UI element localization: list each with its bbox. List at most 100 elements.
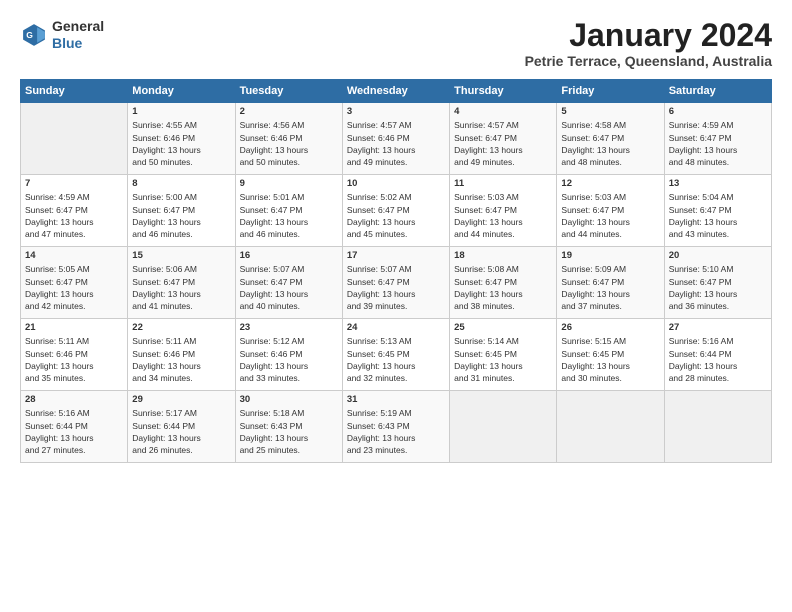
day-info: Sunrise: 4:58 AM Sunset: 6:47 PM Dayligh… — [561, 119, 659, 168]
calendar-cell: 19 Sunrise: 5:09 AM Sunset: 6:47 PM Dayli… — [557, 247, 664, 319]
calendar-cell: 22 Sunrise: 5:11 AM Sunset: 6:46 PM Dayli… — [128, 319, 235, 391]
col-header-monday: Monday — [128, 80, 235, 103]
day-number: 14 — [25, 250, 123, 261]
calendar-cell: 12Sunrise: 5:03 AM Sunset: 6:47 PM Dayli… — [557, 175, 664, 247]
calendar-cell: 4 Sunrise: 4:57 AM Sunset: 6:47 PM Daylig… — [450, 103, 557, 175]
week-row-4: 21 Sunrise: 5:11 AM Sunset: 6:46 PM Dayli… — [21, 319, 772, 391]
col-header-friday: Friday — [557, 80, 664, 103]
day-number: 16 — [240, 250, 338, 261]
calendar-cell: 28 Sunrise: 5:16 AM Sunset: 6:44 PM Dayli… — [21, 391, 128, 463]
day-info: Sunrise: 5:18 AM Sunset: 6:43 PM Dayligh… — [240, 407, 338, 456]
day-number: 27 — [669, 322, 767, 333]
day-number: 30 — [240, 394, 338, 405]
calendar-cell — [21, 103, 128, 175]
day-number: 5 — [561, 106, 659, 117]
calendar-table: SundayMondayTuesdayWednesdayThursdayFrid… — [20, 79, 772, 463]
day-info: Sunrise: 4:55 AM Sunset: 6:46 PM Dayligh… — [132, 119, 230, 168]
calendar-cell: 24 Sunrise: 5:13 AM Sunset: 6:45 PM Dayli… — [342, 319, 449, 391]
day-number: 26 — [561, 322, 659, 333]
day-number: 28 — [25, 394, 123, 405]
calendar-cell: 23 Sunrise: 5:12 AM Sunset: 6:46 PM Dayli… — [235, 319, 342, 391]
day-number: 19 — [561, 250, 659, 261]
day-info: Sunrise: 5:17 AM Sunset: 6:44 PM Dayligh… — [132, 407, 230, 456]
day-info: Sunrise: 4:57 AM Sunset: 6:47 PM Dayligh… — [454, 119, 552, 168]
calendar-cell: 7 Sunrise: 4:59 AM Sunset: 6:47 PM Daylig… — [21, 175, 128, 247]
day-info: Sunrise: 5:09 AM Sunset: 6:47 PM Dayligh… — [561, 263, 659, 312]
day-number: 12 — [561, 178, 659, 189]
day-info: Sunrise: 5:05 AM Sunset: 6:47 PM Dayligh… — [25, 263, 123, 312]
day-info: Sunrise: 5:14 AM Sunset: 6:45 PM Dayligh… — [454, 335, 552, 384]
calendar-cell: 5 Sunrise: 4:58 AM Sunset: 6:47 PM Daylig… — [557, 103, 664, 175]
day-info: Sunrise: 5:10 AM Sunset: 6:47 PM Dayligh… — [669, 263, 767, 312]
col-header-sunday: Sunday — [21, 80, 128, 103]
day-info: Sunrise: 5:07 AM Sunset: 6:47 PM Dayligh… — [347, 263, 445, 312]
page-header: G General Blue January 2024 Petrie Terra… — [20, 18, 772, 69]
day-info: Sunrise: 5:01 AM Sunset: 6:47 PM Dayligh… — [240, 191, 338, 240]
day-info: Sunrise: 5:19 AM Sunset: 6:43 PM Dayligh… — [347, 407, 445, 456]
col-header-wednesday: Wednesday — [342, 80, 449, 103]
day-info: Sunrise: 5:12 AM Sunset: 6:46 PM Dayligh… — [240, 335, 338, 384]
day-info: Sunrise: 5:15 AM Sunset: 6:45 PM Dayligh… — [561, 335, 659, 384]
month-title: January 2024 — [525, 18, 772, 53]
day-info: Sunrise: 5:07 AM Sunset: 6:47 PM Dayligh… — [240, 263, 338, 312]
day-info: Sunrise: 5:13 AM Sunset: 6:45 PM Dayligh… — [347, 335, 445, 384]
day-number: 2 — [240, 106, 338, 117]
day-info: Sunrise: 5:00 AM Sunset: 6:47 PM Dayligh… — [132, 191, 230, 240]
calendar-cell: 20Sunrise: 5:10 AM Sunset: 6:47 PM Dayli… — [664, 247, 771, 319]
header-row: SundayMondayTuesdayWednesdayThursdayFrid… — [21, 80, 772, 103]
day-info: Sunrise: 5:06 AM Sunset: 6:47 PM Dayligh… — [132, 263, 230, 312]
svg-text:G: G — [26, 30, 33, 40]
day-number: 11 — [454, 178, 552, 189]
week-row-5: 28 Sunrise: 5:16 AM Sunset: 6:44 PM Dayli… — [21, 391, 772, 463]
day-info: Sunrise: 5:03 AM Sunset: 6:47 PM Dayligh… — [454, 191, 552, 240]
calendar-cell: 27Sunrise: 5:16 AM Sunset: 6:44 PM Dayli… — [664, 319, 771, 391]
day-number: 6 — [669, 106, 767, 117]
logo-icon: G — [20, 21, 48, 49]
day-number: 24 — [347, 322, 445, 333]
calendar-cell — [664, 391, 771, 463]
calendar-cell: 13Sunrise: 5:04 AM Sunset: 6:47 PM Dayli… — [664, 175, 771, 247]
calendar-cell — [557, 391, 664, 463]
calendar-cell — [450, 391, 557, 463]
calendar-cell: 3 Sunrise: 4:57 AM Sunset: 6:46 PM Daylig… — [342, 103, 449, 175]
calendar-cell: 25Sunrise: 5:14 AM Sunset: 6:45 PM Dayli… — [450, 319, 557, 391]
day-info: Sunrise: 4:59 AM Sunset: 6:47 PM Dayligh… — [669, 119, 767, 168]
day-number: 18 — [454, 250, 552, 261]
calendar-cell: 26 Sunrise: 5:15 AM Sunset: 6:45 PM Dayli… — [557, 319, 664, 391]
day-info: Sunrise: 4:57 AM Sunset: 6:46 PM Dayligh… — [347, 119, 445, 168]
day-info: Sunrise: 5:11 AM Sunset: 6:46 PM Dayligh… — [132, 335, 230, 384]
calendar-cell: 1 Sunrise: 4:55 AM Sunset: 6:46 PM Daylig… — [128, 103, 235, 175]
calendar-cell: 10Sunrise: 5:02 AM Sunset: 6:47 PM Dayli… — [342, 175, 449, 247]
calendar-cell: 18Sunrise: 5:08 AM Sunset: 6:47 PM Dayli… — [450, 247, 557, 319]
day-number: 22 — [132, 322, 230, 333]
calendar-cell: 31Sunrise: 5:19 AM Sunset: 6:43 PM Dayli… — [342, 391, 449, 463]
day-number: 4 — [454, 106, 552, 117]
day-number: 3 — [347, 106, 445, 117]
col-header-thursday: Thursday — [450, 80, 557, 103]
calendar-cell: 29Sunrise: 5:17 AM Sunset: 6:44 PM Dayli… — [128, 391, 235, 463]
week-row-1: 1 Sunrise: 4:55 AM Sunset: 6:46 PM Daylig… — [21, 103, 772, 175]
calendar-cell: 11 Sunrise: 5:03 AM Sunset: 6:47 PM Dayli… — [450, 175, 557, 247]
calendar-cell: 8Sunrise: 5:00 AM Sunset: 6:47 PM Daylig… — [128, 175, 235, 247]
col-header-saturday: Saturday — [664, 80, 771, 103]
location: Petrie Terrace, Queensland, Australia — [525, 53, 772, 69]
day-number: 10 — [347, 178, 445, 189]
day-number: 21 — [25, 322, 123, 333]
calendar-cell: 16 Sunrise: 5:07 AM Sunset: 6:47 PM Dayli… — [235, 247, 342, 319]
week-row-2: 7 Sunrise: 4:59 AM Sunset: 6:47 PM Daylig… — [21, 175, 772, 247]
calendar-cell: 15 Sunrise: 5:06 AM Sunset: 6:47 PM Dayli… — [128, 247, 235, 319]
title-block: January 2024 Petrie Terrace, Queensland,… — [525, 18, 772, 69]
logo: G General Blue — [20, 18, 104, 52]
day-number: 13 — [669, 178, 767, 189]
calendar-cell: 2Sunrise: 4:56 AM Sunset: 6:46 PM Daylig… — [235, 103, 342, 175]
week-row-3: 14 Sunrise: 5:05 AM Sunset: 6:47 PM Dayli… — [21, 247, 772, 319]
calendar-cell: 9Sunrise: 5:01 AM Sunset: 6:47 PM Daylig… — [235, 175, 342, 247]
calendar-cell: 6 Sunrise: 4:59 AM Sunset: 6:47 PM Daylig… — [664, 103, 771, 175]
day-number: 15 — [132, 250, 230, 261]
calendar-cell: 30 Sunrise: 5:18 AM Sunset: 6:43 PM Dayli… — [235, 391, 342, 463]
day-number: 1 — [132, 106, 230, 117]
day-number: 7 — [25, 178, 123, 189]
day-info: Sunrise: 4:59 AM Sunset: 6:47 PM Dayligh… — [25, 191, 123, 240]
day-info: Sunrise: 5:16 AM Sunset: 6:44 PM Dayligh… — [25, 407, 123, 456]
day-number: 23 — [240, 322, 338, 333]
